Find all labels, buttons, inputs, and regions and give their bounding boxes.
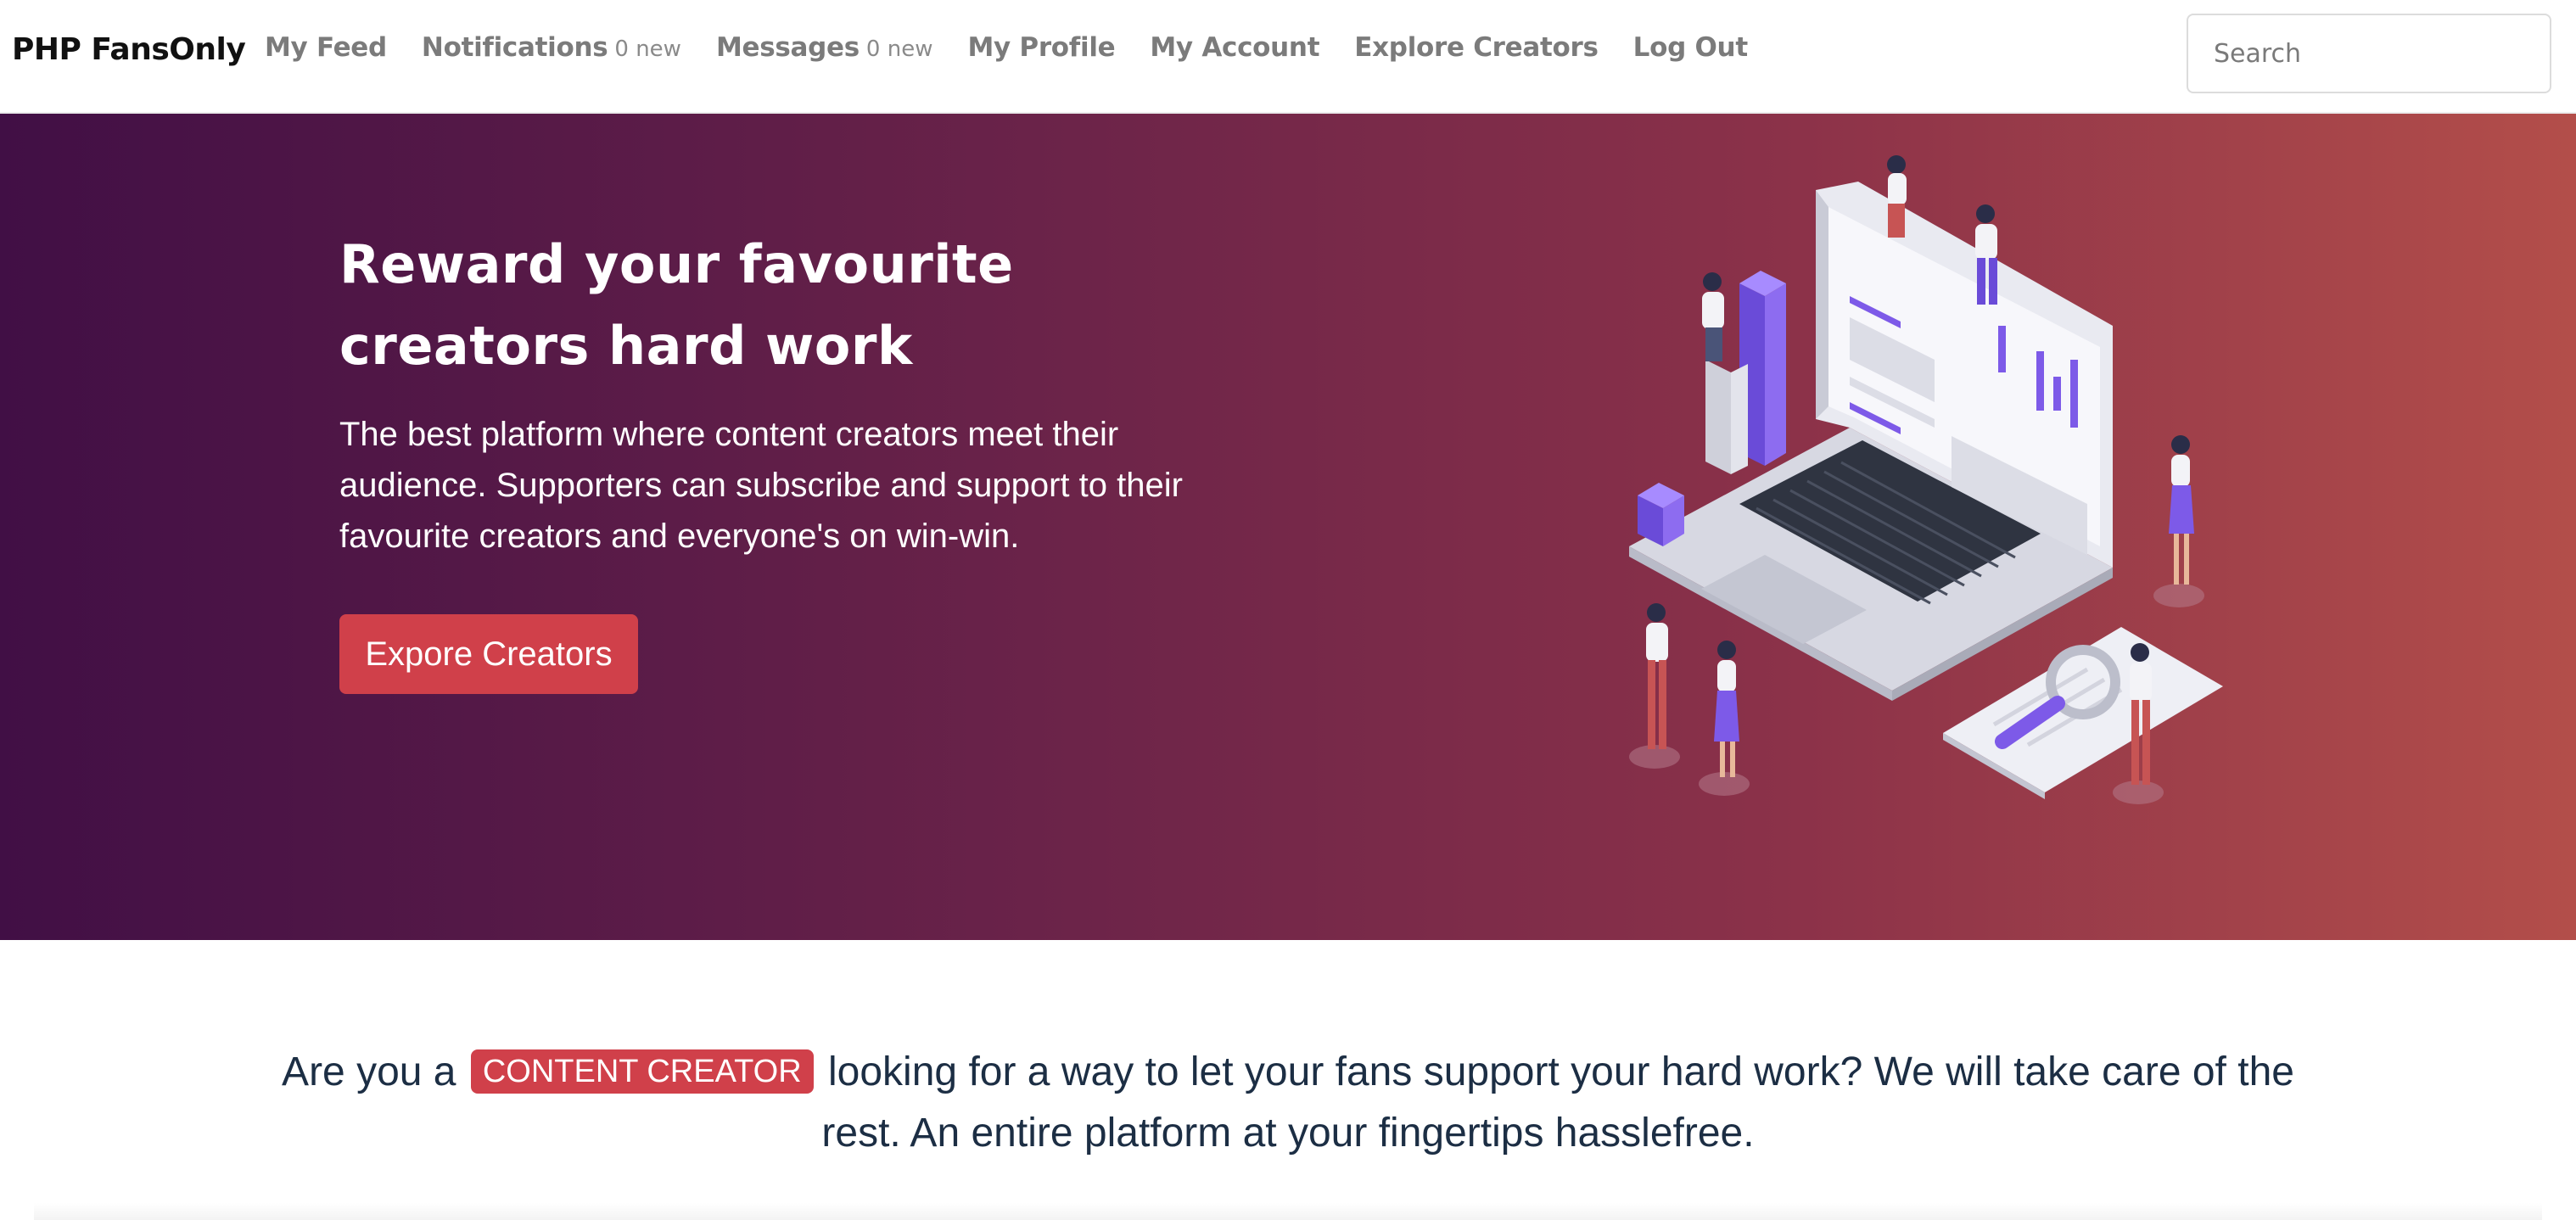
- creator-tagline: Are you a CONTENT CREATOR looking for a …: [255, 1042, 2321, 1164]
- section-divider: [34, 1203, 2542, 1220]
- laptop-with-people-illustration: [1629, 155, 2223, 804]
- nav-links: My Feed Notifications 0 new Messages 0 new…: [265, 32, 1783, 63]
- tagline-suffix: looking for a way to let your fans suppo…: [821, 1049, 2294, 1156]
- tagline-prefix: Are you a: [282, 1049, 456, 1094]
- content-creator-badge: CONTENT CREATOR: [470, 1049, 814, 1094]
- nav-notifications[interactable]: Notifications 0 new: [422, 32, 681, 63]
- hero-description: The best platform where content creators…: [339, 416, 1183, 555]
- nav-my-profile[interactable]: My Profile: [967, 32, 1115, 63]
- messages-count: 0 new: [865, 36, 933, 62]
- nav-log-out-label: Log Out: [1632, 32, 1748, 63]
- nav-my-feed-label: My Feed: [265, 32, 387, 63]
- brand-logo[interactable]: PHP FansOnly: [12, 32, 246, 67]
- nav-my-profile-label: My Profile: [967, 32, 1116, 63]
- hero-title: Reward your favourite creators hard work: [339, 233, 1014, 377]
- nav-messages-label: Messages: [715, 32, 860, 63]
- explore-creators-button[interactable]: Expore Creators: [339, 614, 638, 694]
- nav-messages[interactable]: Messages 0 new: [716, 32, 933, 63]
- hero-section: Reward your favourite creators hard work…: [0, 114, 2576, 940]
- nav-my-account[interactable]: My Account: [1150, 32, 1319, 63]
- nav-explore-creators-label: Explore Creators: [1354, 32, 1599, 63]
- navbar: PHP FansOnly My Feed Notifications 0 new …: [0, 0, 2576, 114]
- notifications-count: 0 new: [614, 36, 681, 62]
- nav-my-account-label: My Account: [1150, 32, 1320, 63]
- nav-notifications-label: Notifications: [421, 32, 608, 63]
- nav-explore-creators[interactable]: Explore Creators: [1354, 32, 1599, 63]
- nav-log-out[interactable]: Log Out: [1633, 32, 1748, 63]
- search-input[interactable]: [2187, 14, 2551, 93]
- nav-my-feed[interactable]: My Feed: [265, 32, 387, 63]
